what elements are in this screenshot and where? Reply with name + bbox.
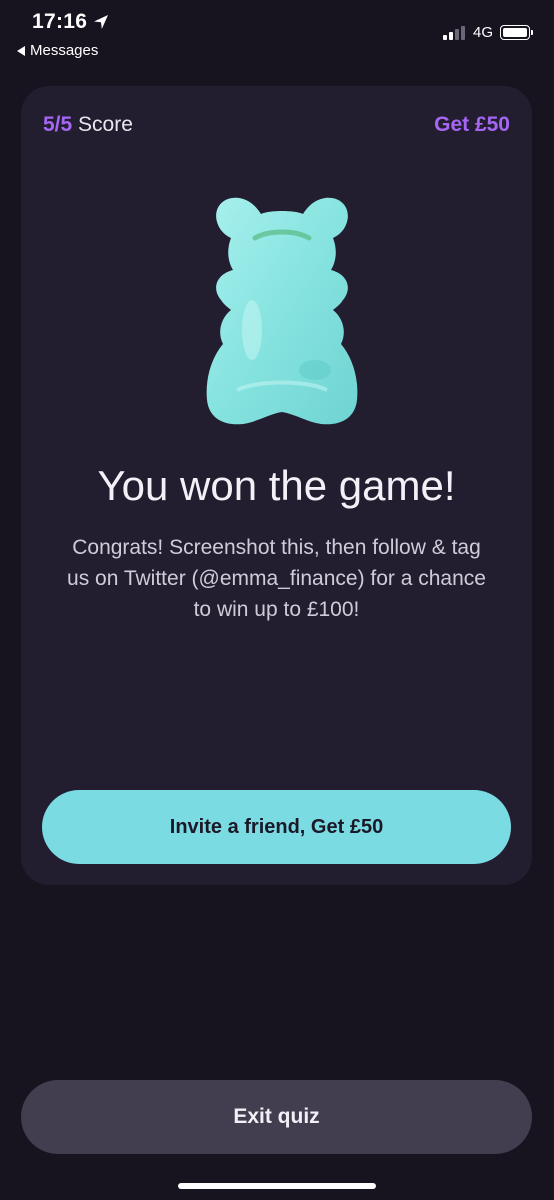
status-bar: 17:16 Messages 4G [0, 0, 554, 70]
score-value: 5/5 [43, 113, 73, 136]
network-type-label: 4G [472, 24, 493, 41]
congrats-message: Congrats! Screenshot this, then follow &… [67, 536, 486, 621]
quiz-result-screen: 17:16 Messages 4G 5/5 Score Get £50 You … [0, 0, 554, 1200]
back-arrow-icon [17, 45, 25, 56]
score-indicator: 5/5 Score [43, 113, 133, 137]
invite-friend-button[interactable]: Invite a friend, Get £50 [42, 790, 511, 864]
exit-quiz-button[interactable]: Exit quiz [21, 1080, 532, 1154]
status-indicators: 4G [442, 24, 533, 41]
time-label: 17:16 [32, 10, 88, 33]
battery-icon [500, 25, 533, 40]
score-label: Score [78, 113, 133, 136]
signal-icon [442, 25, 467, 40]
location-arrow-icon [94, 15, 109, 29]
get-reward-link[interactable]: Get £50 [434, 113, 510, 137]
result-card: 5/5 Score Get £50 You won the game! Cong… [21, 86, 532, 885]
headline: You won the game! [97, 462, 456, 509]
back-to-messages-link[interactable]: Messages [16, 42, 98, 59]
back-link-label: Messages [30, 42, 99, 59]
status-time: 17:16 [32, 10, 109, 34]
gummy-bear-icon [206, 197, 358, 425]
home-indicator[interactable] [178, 1183, 376, 1189]
